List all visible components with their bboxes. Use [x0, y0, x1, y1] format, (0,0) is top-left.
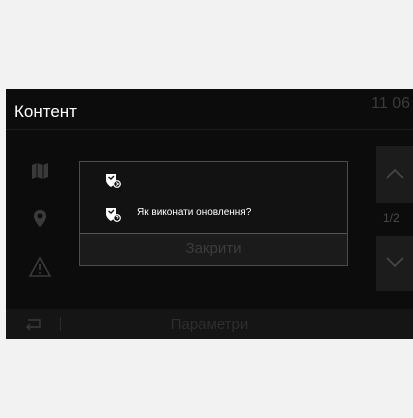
head-unit-screen: Контент 11 06 1/2 Параметри Як виконати … — [6, 89, 413, 339]
shield-refresh-icon — [106, 174, 121, 188]
dialog-row-update[interactable] — [80, 164, 347, 198]
shield-help-icon — [106, 208, 121, 222]
scroll-down-button[interactable] — [376, 236, 413, 291]
page-indicator: 1/2 — [383, 211, 400, 225]
chevron-up-icon — [385, 168, 404, 179]
settings-button[interactable]: Параметри — [6, 316, 413, 333]
location-pin-icon[interactable] — [28, 207, 52, 231]
map-icon[interactable] — [28, 159, 52, 183]
dialog-row-label: Як виконати оновлення? — [137, 207, 252, 218]
clock: 11 06 — [371, 95, 410, 112]
info-dialog: Як виконати оновлення? Закрити — [79, 161, 348, 266]
header-divider — [6, 129, 413, 130]
scroll-up-button[interactable] — [376, 146, 413, 203]
close-button[interactable]: Закрити — [80, 233, 347, 265]
chevron-down-icon — [385, 257, 404, 268]
warning-icon[interactable] — [28, 255, 52, 279]
dialog-row-how-to-update[interactable]: Як виконати оновлення? — [80, 198, 347, 232]
bottom-bar: Параметри — [6, 309, 413, 339]
page-title: Контент — [14, 102, 77, 121]
